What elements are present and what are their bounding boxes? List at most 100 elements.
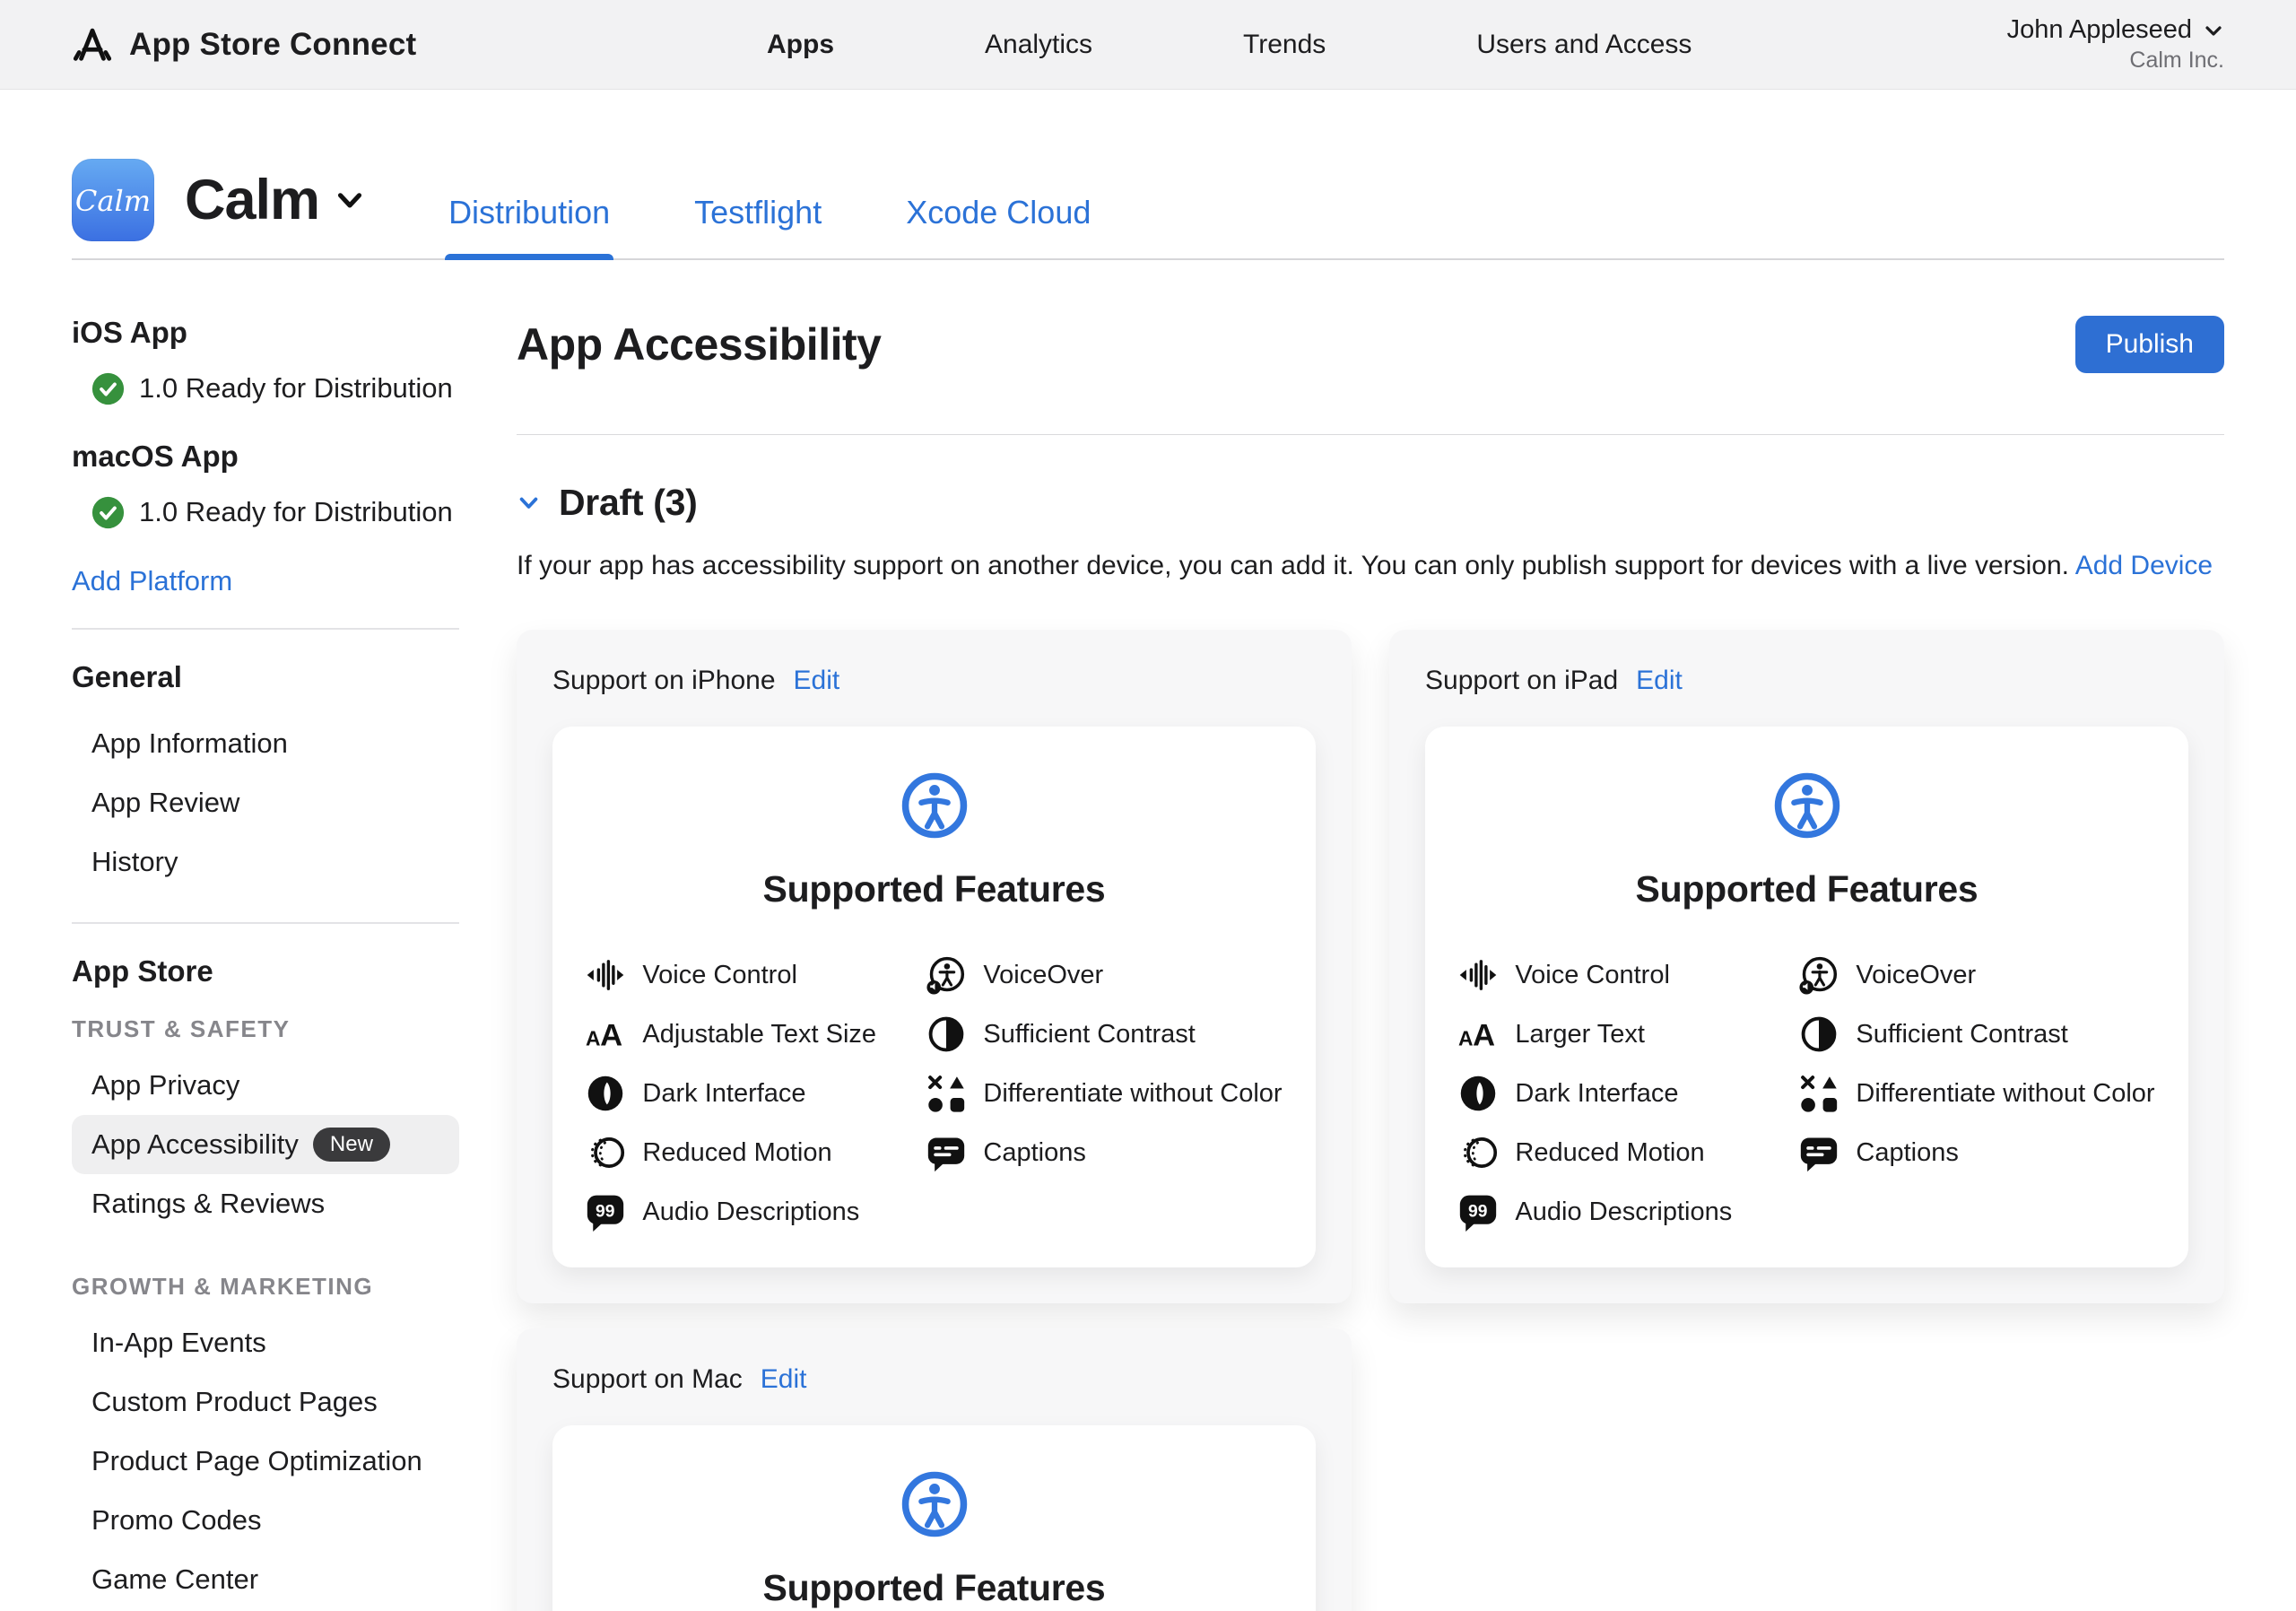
sidebar-item-label: Custom Product Pages — [91, 1386, 378, 1418]
voice-control-icon — [1458, 955, 1498, 995]
differentiate-without-color-icon — [1799, 1074, 1839, 1113]
sidebar-item-app-review[interactable]: App Review — [72, 773, 459, 832]
features-title: Supported Features — [585, 868, 1283, 910]
chevron-down-icon — [2203, 20, 2224, 41]
platform-status-label: 1.0 Ready for Distribution — [139, 496, 453, 528]
sidebar: iOS App1.0 Ready for DistributionmacOS A… — [72, 316, 459, 1611]
feature-label: Dark Interface — [642, 1079, 805, 1109]
features-title: Supported Features — [585, 1567, 1283, 1609]
feature-label: Voice Control — [642, 961, 797, 990]
accessibility-icon — [585, 771, 1283, 840]
nav-item-users-and-access[interactable]: Users and Access — [1476, 30, 1692, 60]
features-title: Supported Features — [1457, 868, 2156, 910]
tab-distribution[interactable]: Distribution — [448, 194, 610, 258]
sidebar-item-label: In-App Events — [91, 1327, 266, 1359]
text-size-icon: AA — [586, 1014, 625, 1054]
user-name: John Appleseed — [2007, 15, 2192, 45]
feature-label: Sufficient Contrast — [1856, 1020, 2067, 1049]
feature-sufficient-contrast: Sufficient Contrast — [926, 1014, 1282, 1054]
tab-bar: Distribution Testflight Xcode Cloud — [448, 194, 1091, 258]
svg-text:A: A — [600, 1019, 622, 1053]
brand-title: App Store Connect — [129, 27, 416, 63]
sidebar-item-history[interactable]: History — [72, 832, 459, 892]
feature-voice-control: Voice Control — [1458, 955, 1763, 995]
edit-link[interactable]: Edit — [794, 666, 840, 696]
add-platform-link[interactable]: Add Platform — [72, 565, 232, 597]
voiceover-icon — [926, 955, 966, 995]
nav-item-trends[interactable]: Trends — [1243, 30, 1326, 60]
publish-button[interactable]: Publish — [2075, 316, 2224, 373]
sidebar-item-custom-product-pages[interactable]: Custom Product Pages — [72, 1372, 459, 1432]
feature-label: VoiceOver — [983, 961, 1103, 990]
sidebar-divider — [72, 922, 459, 924]
feature-adjustable-text-size: AAAdjustable Text Size — [586, 1014, 891, 1054]
sidebar-heading-general: General — [72, 660, 459, 694]
sidebar-item-label: Game Center — [91, 1563, 258, 1596]
feature-voiceover: VoiceOver — [926, 955, 1282, 995]
sidebar-item-in-app-events[interactable]: In-App Events — [72, 1313, 459, 1372]
feature-audio-descriptions: 99 Audio Descriptions — [586, 1192, 891, 1232]
tab-testflight[interactable]: Testflight — [694, 194, 822, 258]
edit-link[interactable]: Edit — [761, 1364, 807, 1395]
feature-label: Audio Descriptions — [642, 1197, 859, 1227]
svg-text:99: 99 — [1468, 1203, 1487, 1222]
card-title: Support on Mac — [552, 1364, 743, 1395]
audio-descriptions-icon: 99 — [586, 1192, 625, 1232]
platform-status[interactable]: 1.0 Ready for Distribution — [72, 493, 459, 531]
app-store-connect-brand[interactable]: App Store Connect — [72, 24, 416, 65]
svg-text:99: 99 — [596, 1203, 614, 1222]
sufficient-contrast-icon — [926, 1014, 966, 1054]
feature-reduced-motion: Reduced Motion — [586, 1133, 891, 1172]
feature-captions: Captions — [1799, 1133, 2154, 1172]
feature-captions: Captions — [926, 1133, 1282, 1172]
platform-status-label: 1.0 Ready for Distribution — [139, 372, 453, 405]
tab-xcode-cloud[interactable]: Xcode Cloud — [906, 194, 1091, 258]
platform-status[interactable]: 1.0 Ready for Distribution — [72, 370, 459, 407]
sidebar-item-label: App Information — [91, 727, 288, 760]
edit-link[interactable]: Edit — [1636, 666, 1683, 696]
feature-label: Sufficient Contrast — [983, 1020, 1195, 1049]
sidebar-heading-ios-app: iOS App — [72, 316, 459, 350]
section-collapse-chevron-icon[interactable] — [517, 491, 541, 515]
feature-label: Dark Interface — [1515, 1079, 1678, 1109]
main-content: App Accessibility Publish Draft (3) If y… — [517, 316, 2224, 1611]
sufficient-contrast-icon — [1799, 1014, 1839, 1054]
title-divider — [517, 434, 2224, 435]
captions-icon — [1799, 1133, 1839, 1172]
card-title: Support on iPhone — [552, 666, 776, 696]
feature-label: Captions — [983, 1138, 1085, 1168]
sidebar-item-app-privacy[interactable]: App Privacy — [72, 1056, 459, 1115]
feature-reduced-motion: Reduced Motion — [1458, 1133, 1763, 1172]
user-menu[interactable]: John Appleseed Calm Inc. — [2007, 15, 2224, 74]
captions-icon — [926, 1133, 966, 1172]
card-title: Support on iPad — [1425, 666, 1618, 696]
main-nav: Apps Analytics Trends Users and Access — [767, 30, 1692, 60]
app-store-connect-logo-icon — [72, 24, 113, 65]
add-device-link[interactable]: Add Device — [2075, 551, 2213, 580]
voice-control-icon — [586, 955, 625, 995]
sidebar-item-label: History — [91, 846, 178, 878]
feature-label: Larger Text — [1515, 1020, 1645, 1049]
feature-dark-interface: Dark Interface — [586, 1074, 891, 1113]
feature-differentiate-without-color: Differentiate without Color — [926, 1074, 1282, 1113]
sidebar-item-app-accessibility[interactable]: App AccessibilityNew — [72, 1115, 459, 1174]
svg-text:A: A — [586, 1027, 601, 1050]
sidebar-item-product-page-optimization[interactable]: Product Page Optimization — [72, 1432, 459, 1491]
sidebar-group-trust-safety: TRUST & SAFETY — [72, 1015, 459, 1043]
differentiate-without-color-icon — [926, 1074, 966, 1113]
sidebar-item-ratings-reviews[interactable]: Ratings & Reviews — [72, 1174, 459, 1233]
calm-app-icon: Calm — [72, 159, 154, 241]
sidebar-item-promo-codes[interactable]: Promo Codes — [72, 1491, 459, 1550]
feature-voice-control: Voice Control — [586, 955, 891, 995]
sidebar-item-app-information[interactable]: App Information — [72, 714, 459, 773]
reduced-motion-icon — [586, 1133, 625, 1172]
sidebar-item-game-center[interactable]: Game Center — [72, 1550, 459, 1609]
feature-voiceover: VoiceOver — [1799, 955, 2154, 995]
nav-item-analytics[interactable]: Analytics — [985, 30, 1092, 60]
nav-item-apps[interactable]: Apps — [767, 30, 834, 60]
app-switcher-chevron-icon[interactable] — [334, 184, 366, 216]
feature-label: VoiceOver — [1856, 961, 1976, 990]
top-header: App Store Connect Apps Analytics Trends Use… — [0, 0, 2296, 90]
section-title: Draft (3) — [559, 482, 697, 524]
svg-text:A: A — [1458, 1027, 1474, 1050]
